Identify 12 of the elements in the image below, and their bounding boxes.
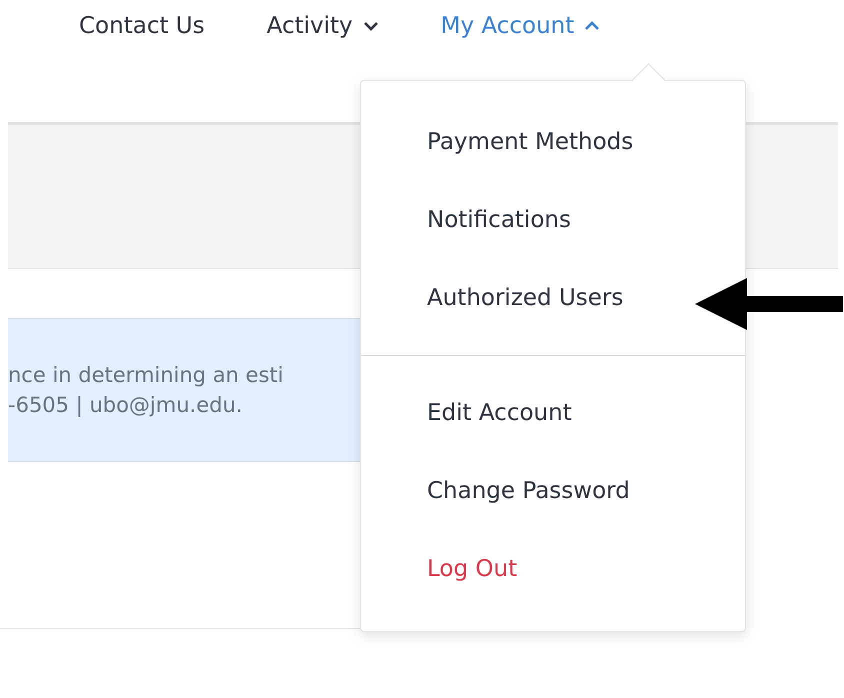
menu-item[interactable]: Payment Methods <box>361 103 634 181</box>
nav-link[interactable]: Contact Us <box>79 13 205 39</box>
nav-link[interactable]: My Account <box>440 13 600 39</box>
notice-text: -6505 | ubo@jmu.edu. <box>8 393 242 417</box>
notice-text: nce in determining an esti <box>8 363 284 387</box>
menu-item[interactable]: Notifications <box>361 181 571 259</box>
menu-item[interactable]: Authorized Users <box>361 259 624 337</box>
nav-link[interactable]: Activity <box>266 13 379 39</box>
menu-item[interactable]: Change Password <box>361 452 630 530</box>
left-arrow-icon <box>695 278 843 330</box>
menu-item[interactable]: Edit Account <box>361 374 572 452</box>
menu-item[interactable]: Log Out <box>361 530 518 608</box>
